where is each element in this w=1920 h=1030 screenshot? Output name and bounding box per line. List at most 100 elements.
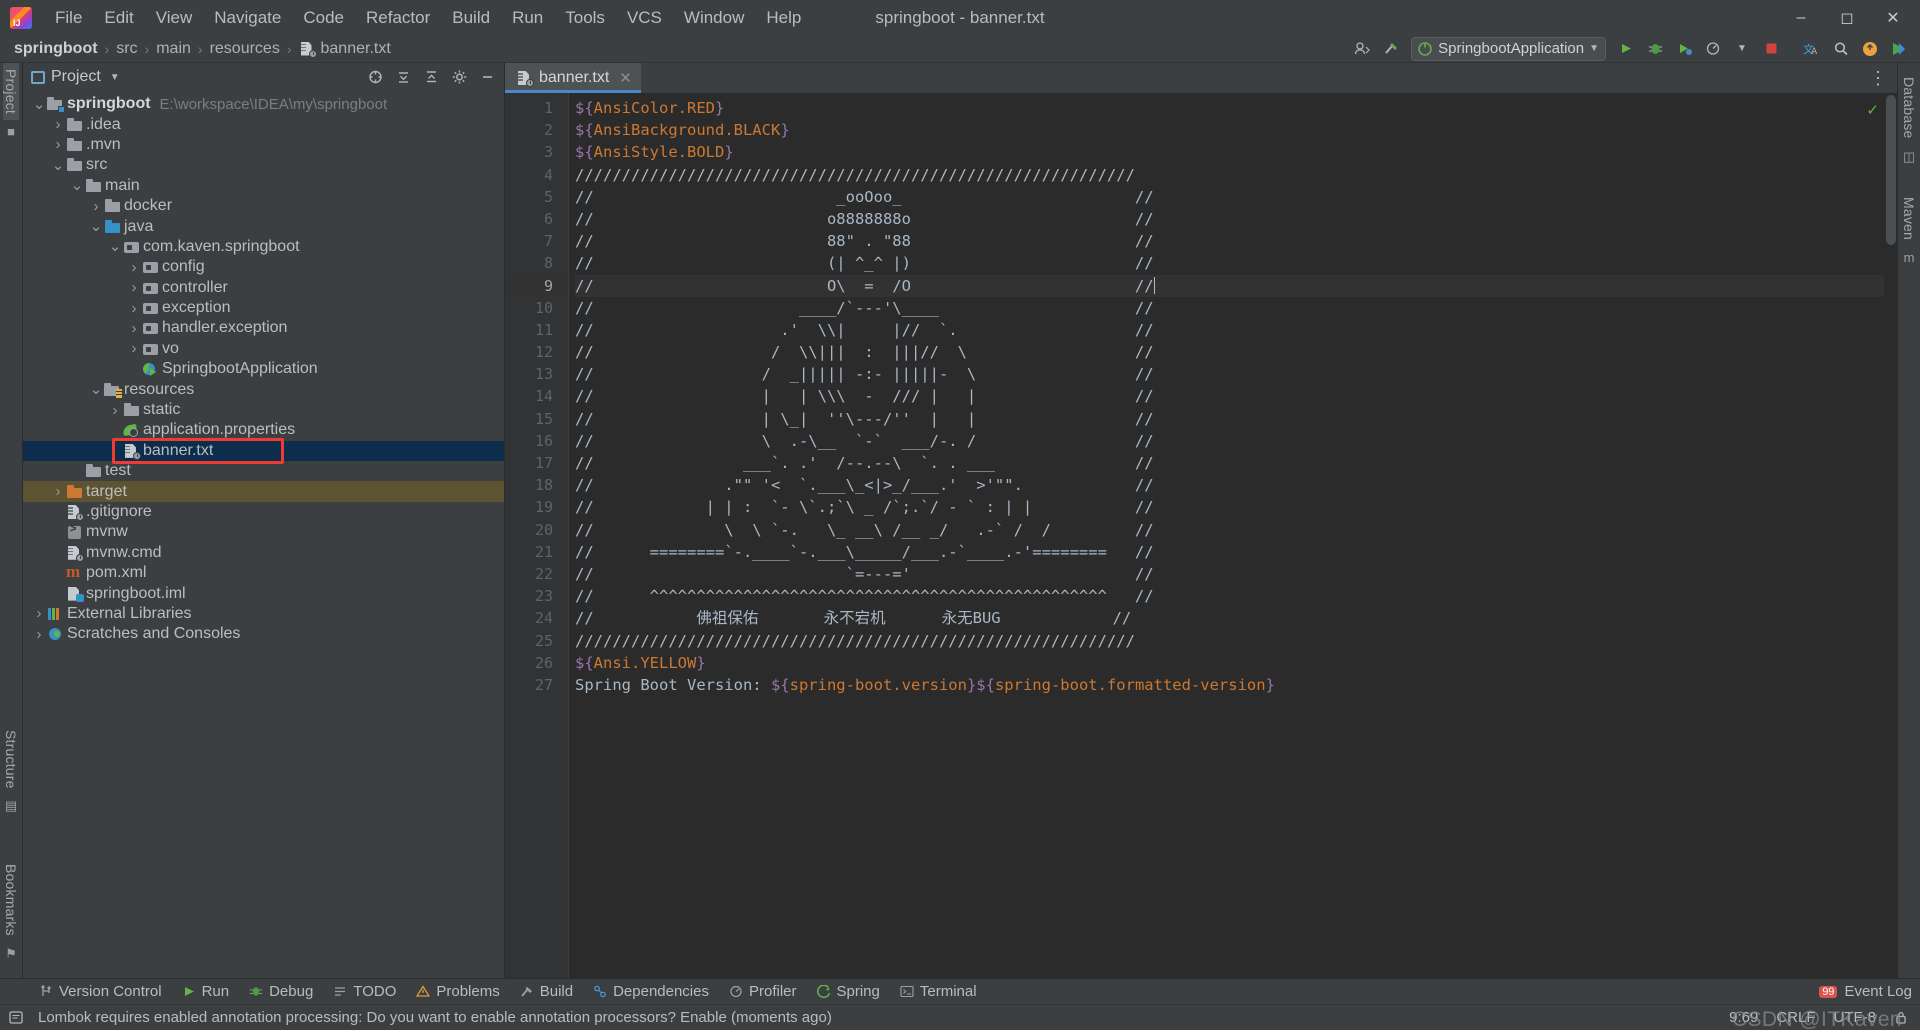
chevron-right-icon[interactable]: › xyxy=(50,116,66,133)
menu-item-build[interactable]: Build xyxy=(441,5,501,31)
tree-node-springbootapplication[interactable]: SpringbootApplication xyxy=(23,359,504,379)
breadcrumb-item-main[interactable]: main xyxy=(156,40,191,58)
translate-icon[interactable]: 文A xyxy=(1799,37,1825,61)
select-opened-file-icon[interactable] xyxy=(362,65,388,89)
chevron-right-icon[interactable]: › xyxy=(126,279,142,296)
scrollbar-thumb[interactable] xyxy=(1886,95,1896,245)
code-line[interactable]: // o8888888o // xyxy=(575,208,1897,230)
tree-node--idea[interactable]: › .idea xyxy=(23,114,504,134)
tree-node-springboot[interactable]: ⌄ springboot E:\workspace\IDEA\my\springbo… xyxy=(23,94,504,114)
minimize-icon[interactable]: – xyxy=(1778,1,1824,35)
tree-node-src[interactable]: ⌄ src xyxy=(23,155,504,175)
close-icon[interactable]: ✕ xyxy=(1870,1,1916,35)
tree-node-config[interactable]: › config xyxy=(23,257,504,277)
tree-node-controller[interactable]: › controller xyxy=(23,278,504,298)
tree-node-resources[interactable]: ⌄ resources xyxy=(23,379,504,399)
run-with-coverage-icon[interactable] xyxy=(1671,37,1697,61)
tool-window-dependencies[interactable]: Dependencies xyxy=(584,981,718,1002)
debug-icon[interactable] xyxy=(1642,37,1668,61)
chevron-right-icon[interactable]: › xyxy=(31,605,47,622)
tree-node-com-kaven-springboot[interactable]: ⌄ com.kaven.springboot xyxy=(23,237,504,257)
updates-badge-icon[interactable] xyxy=(1857,37,1883,61)
search-icon[interactable] xyxy=(1828,37,1854,61)
project-panel-title[interactable]: Project ▼ xyxy=(31,68,120,86)
database-icon[interactable]: ◫ xyxy=(1903,149,1915,165)
code-line[interactable]: ${Ansi.YELLOW} xyxy=(575,652,1897,674)
breadcrumb-item-banner-txt[interactable]: banner.txt xyxy=(299,40,391,58)
gear-icon[interactable] xyxy=(446,65,472,89)
maven-icon[interactable]: m xyxy=(1904,250,1915,265)
tree-node-application-properties[interactable]: application.properties xyxy=(23,420,504,440)
event-log-label[interactable]: Event Log xyxy=(1844,983,1912,1000)
user-account-icon[interactable] xyxy=(1349,37,1375,61)
code-line[interactable]: // _ooOoo_ // xyxy=(575,186,1897,208)
ide-icon[interactable] xyxy=(1886,37,1912,61)
tool-window-build[interactable]: Build xyxy=(511,981,582,1002)
code-line[interactable]: // .' \\| |// `. // xyxy=(575,319,1897,341)
chevron-down-icon[interactable]: ⌄ xyxy=(69,178,85,193)
breadcrumb-item-src[interactable]: src xyxy=(116,40,137,58)
editor-scrollbar[interactable] xyxy=(1884,93,1897,978)
tree-node-pom-xml[interactable]: pom.xml xyxy=(23,562,504,583)
code-line[interactable]: // | | : `- \`.;`\ _ /`;.`/ - ` : | | // xyxy=(575,496,1897,518)
maximize-icon[interactable]: ◻ xyxy=(1824,1,1870,35)
tab-banner-txt[interactable]: banner.txt ✕ xyxy=(505,63,641,93)
chevron-right-icon[interactable]: › xyxy=(88,198,104,215)
profiler-icon[interactable] xyxy=(1700,37,1726,61)
code-line[interactable]: // `=---=' // xyxy=(575,563,1897,585)
code-editor[interactable]: 1 2 3 4 5 6 7 8 9 10 11 12 13 14 15 16 17 18 19 20 21 22 23 24 2… xyxy=(505,93,1897,978)
chevron-right-icon[interactable]: › xyxy=(50,483,66,500)
code-line[interactable]: ////////////////////////////////////////… xyxy=(575,630,1897,652)
sidebar-item-structure[interactable]: Structure xyxy=(3,724,19,795)
code-line[interactable]: // 佛祖保佑 永不宕机 永无BUG // xyxy=(575,607,1897,629)
tree-node-java[interactable]: ⌄ java xyxy=(23,216,504,236)
tool-window-debug[interactable]: Debug xyxy=(240,981,322,1002)
code-line[interactable]: // ."" '< `.___\_<|>_/___.' >'"". // xyxy=(575,474,1897,496)
code-line[interactable]: // ^^^^^^^^^^^^^^^^^^^^^^^^^^^^^^^^^^^^^… xyxy=(575,585,1897,607)
tree-node-scratches-and-consoles[interactable]: › Scratches and Consoles xyxy=(23,624,504,644)
code-line[interactable]: ${AnsiColor.RED} xyxy=(575,97,1897,119)
menu-item-vcs[interactable]: VCS xyxy=(616,5,673,31)
tree-node-mvnw-cmd[interactable]: mvnw.cmd xyxy=(23,543,504,563)
code-line[interactable]: // O\ = /O // xyxy=(575,274,1897,297)
chevron-down-icon[interactable]: ⌄ xyxy=(31,97,47,112)
chevron-down-icon[interactable]: ⌄ xyxy=(50,158,66,173)
tree-node-test[interactable]: test xyxy=(23,461,504,481)
code-line[interactable]: // / _||||| -:- |||||- \ // xyxy=(575,363,1897,385)
menu-item-file[interactable]: File xyxy=(44,5,93,31)
chevron-right-icon[interactable]: › xyxy=(126,300,142,317)
tree-node-external-libraries[interactable]: › External Libraries xyxy=(23,604,504,624)
menu-item-refactor[interactable]: Refactor xyxy=(355,5,441,31)
breadcrumb-item-springboot[interactable]: springboot xyxy=(14,40,98,58)
run-configuration-selector[interactable]: SpringbootApplication ▼ xyxy=(1411,36,1606,61)
tree-node-target[interactable]: › target xyxy=(23,481,504,502)
chevron-down-icon[interactable]: ⌄ xyxy=(88,219,104,234)
chevron-right-icon[interactable]: › xyxy=(126,340,142,357)
inspections-ok-icon[interactable]: ✓ xyxy=(1866,101,1879,119)
code-line[interactable]: // | | \\\ - /// | | // xyxy=(575,385,1897,407)
sidebar-item-maven[interactable]: Maven xyxy=(1901,191,1917,246)
build-hammer-icon[interactable] xyxy=(1378,37,1404,61)
code-content[interactable]: ${AnsiColor.RED} ${AnsiBackground.BLACK} $… xyxy=(569,93,1897,978)
chevron-right-icon[interactable]: › xyxy=(107,402,123,419)
menu-item-window[interactable]: Window xyxy=(673,5,755,31)
stop-icon[interactable] xyxy=(1758,37,1784,61)
tool-window-run[interactable]: Run xyxy=(173,981,239,1002)
tree-node-handler-exception[interactable]: › handler.exception xyxy=(23,318,504,338)
sidebar-item-project[interactable]: Project xyxy=(3,63,19,120)
code-line[interactable]: // | \_| ''\---/'' | | // xyxy=(575,408,1897,430)
code-line[interactable]: // ____/`---'\____ // xyxy=(575,297,1897,319)
tree-node-docker[interactable]: › docker xyxy=(23,196,504,216)
code-line[interactable]: // ========`-.____`-.___\_____/___.-`___… xyxy=(575,541,1897,563)
menu-item-edit[interactable]: Edit xyxy=(93,5,144,31)
tree-node-banner-txt[interactable]: banner.txt xyxy=(23,440,504,462)
tree-node--mvn[interactable]: › .mvn xyxy=(23,135,504,155)
close-icon[interactable]: ✕ xyxy=(619,69,632,87)
menu-item-code[interactable]: Code xyxy=(292,5,355,31)
code-line[interactable]: // (| ^_^ |) // xyxy=(575,252,1897,274)
chevron-down-icon[interactable]: ▼ xyxy=(1729,37,1755,61)
tool-window-problems[interactable]: Problems xyxy=(407,981,508,1002)
tool-window-spring[interactable]: Spring xyxy=(808,981,889,1002)
favorites-icon[interactable]: ■ xyxy=(7,124,15,139)
tree-node-mvnw[interactable]: mvnw xyxy=(23,522,504,542)
